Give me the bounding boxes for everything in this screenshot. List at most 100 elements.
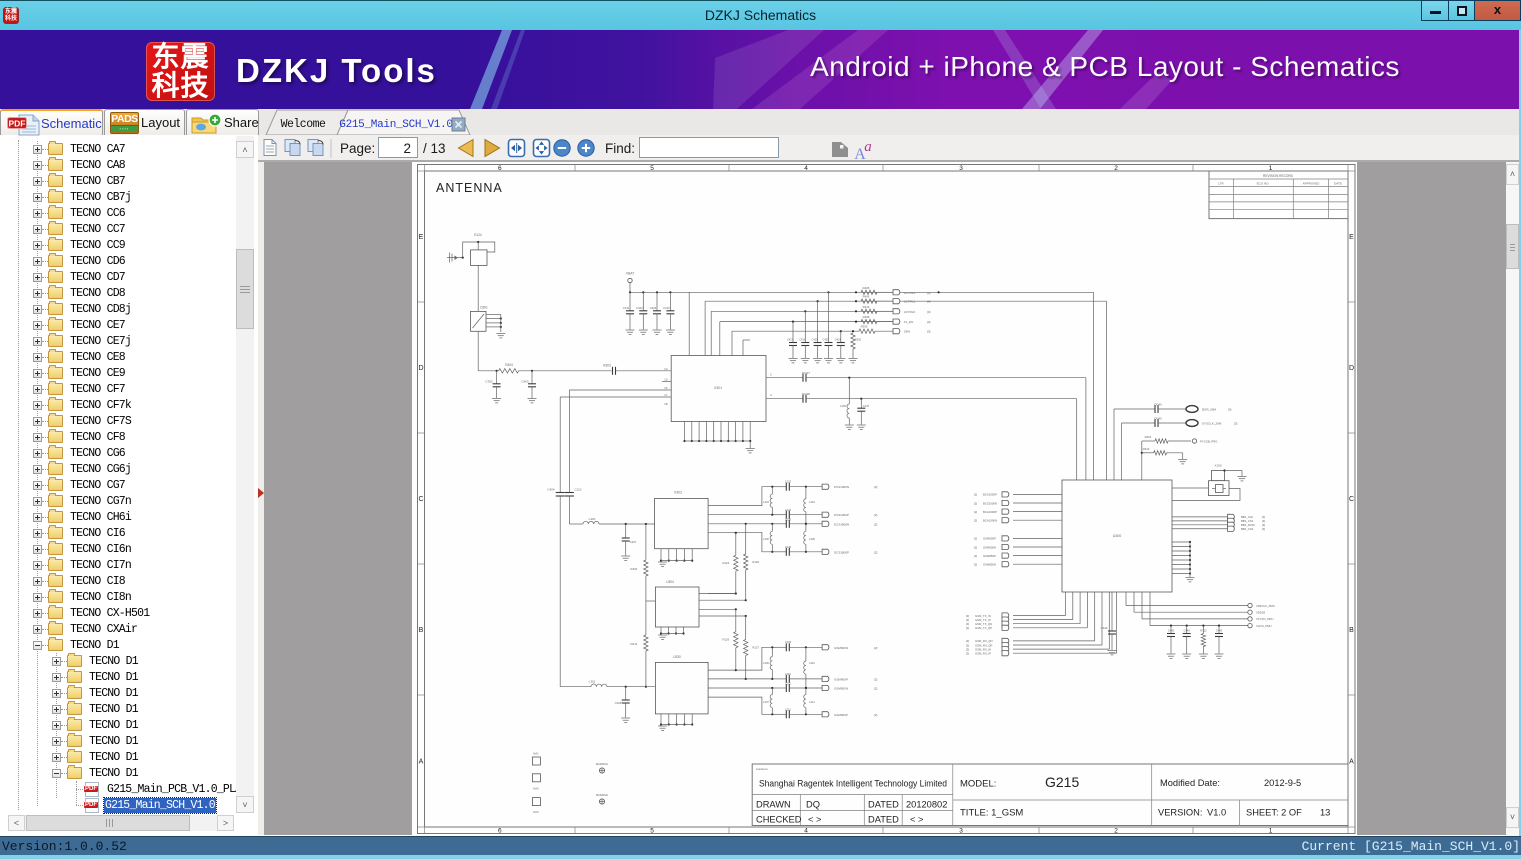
svg-text:2: 2 xyxy=(1114,828,1118,835)
svg-text:[2]: [2] xyxy=(874,550,878,554)
svg-text:C: C xyxy=(418,496,423,503)
svg-text:MODEL:: MODEL: xyxy=(960,779,996,790)
svg-text:13: 13 xyxy=(1320,808,1330,818)
svg-text:C407: C407 xyxy=(630,540,637,544)
svg-text:[3]: [3] xyxy=(927,320,931,324)
svg-text:V1.0: V1.0 xyxy=(1207,808,1226,818)
svg-text:[2]: [2] xyxy=(974,501,977,505)
svg-text:PCS1900N: PCS1900N xyxy=(834,485,849,489)
svg-text:E: E xyxy=(419,234,424,241)
svg-text:C418: C418 xyxy=(799,338,806,342)
svg-text:C111: C111 xyxy=(785,682,791,686)
svg-text:U330: U330 xyxy=(673,655,681,659)
svg-text:B: B xyxy=(1349,627,1354,634)
svg-text:D: D xyxy=(1349,365,1354,372)
svg-text:[2]: [2] xyxy=(974,493,977,497)
svg-text:16: 16 xyxy=(664,386,668,390)
svg-text:C443: C443 xyxy=(636,306,643,310)
svg-text:C112: C112 xyxy=(785,708,792,712)
svg-text:MARKING: MARKING xyxy=(596,762,608,766)
svg-text:A: A xyxy=(419,758,424,765)
svg-text:[2]: [2] xyxy=(874,713,878,717)
svg-text:Page:: Page: xyxy=(340,141,375,156)
svg-text:[3]: [3] xyxy=(927,330,931,334)
svg-text:[2]: [2] xyxy=(974,563,977,567)
svg-text:DATED: DATED xyxy=(868,815,899,825)
svg-text:C442: C442 xyxy=(1168,629,1175,633)
svg-text:C443: C443 xyxy=(1216,629,1223,633)
svg-text:[3]: [3] xyxy=(927,291,931,295)
svg-text:Find:: Find: xyxy=(605,141,635,156)
svg-text:[2]: [2] xyxy=(974,519,977,523)
svg-text:C352: C352 xyxy=(485,380,493,384)
svg-text:R415: R415 xyxy=(863,305,870,309)
svg-text:NA3: NA3 xyxy=(533,810,539,814)
svg-text:DRAWN: DRAWN xyxy=(756,800,791,810)
svg-text:< >: < > xyxy=(808,815,821,825)
svg-text:DCS1800N: DCS1800N xyxy=(834,522,849,526)
svg-text:C110: C110 xyxy=(575,488,582,492)
svg-text:ANTENNA: ANTENNA xyxy=(436,181,503,195)
svg-text:DQ40: DQ40 xyxy=(1154,403,1162,407)
svg-text:GSM900P: GSM900P xyxy=(834,677,848,681)
svg-text:BGR_26M: BGR_26M xyxy=(1202,408,1217,412)
svg-text:C211: C211 xyxy=(623,306,630,310)
svg-text:L404: L404 xyxy=(763,500,769,504)
svg-text:PCS1900P: PCS1900P xyxy=(834,513,849,517)
svg-text:[2]: [2] xyxy=(974,510,977,514)
svg-text:D: D xyxy=(418,365,423,372)
svg-text:L400: L400 xyxy=(763,537,769,541)
svg-text:E124: E124 xyxy=(474,233,482,237)
svg-text:R408: R408 xyxy=(863,315,870,319)
svg-text:[3]: [3] xyxy=(1228,408,1232,412)
svg-text:R411: R411 xyxy=(631,642,638,646)
svg-text:[3]: [3] xyxy=(966,652,969,656)
svg-text:/ 13: / 13 xyxy=(423,141,446,156)
svg-text:VTCXO_PMU: VTCXO_PMU xyxy=(1256,617,1273,621)
svg-text:GSM900P: GSM900P xyxy=(983,537,996,541)
svg-text:[2]: [2] xyxy=(974,545,977,549)
svg-text:[2]: [2] xyxy=(874,646,878,650)
svg-text:20120802: 20120802 xyxy=(906,800,947,810)
svg-text:2CTRL0: 2CTRL0 xyxy=(904,310,916,314)
svg-text:3: 3 xyxy=(959,828,963,835)
svg-text:L301: L301 xyxy=(589,680,596,684)
svg-text:2: 2 xyxy=(403,141,411,156)
svg-text:L311: L311 xyxy=(809,700,815,704)
svg-text:GSM900N: GSM900N xyxy=(834,687,848,691)
svg-text:L401: L401 xyxy=(809,500,815,504)
svg-text:Welcome: Welcome xyxy=(281,118,326,131)
svg-text:GSM900P: GSM900P xyxy=(834,713,848,717)
svg-text:NA2: NA2 xyxy=(533,787,539,791)
svg-text:C446: C446 xyxy=(1184,629,1191,633)
svg-text:NA1: NA1 xyxy=(533,752,539,756)
svg-text:VLFIA_PMU: VLFIA_PMU xyxy=(1256,624,1272,628)
svg-text:PYCOB_PRG: PYCOB_PRG xyxy=(1200,440,1217,444)
svg-text:4: 4 xyxy=(804,165,808,172)
svg-text:E: E xyxy=(1349,234,1354,241)
svg-text:5: 5 xyxy=(650,828,654,835)
svg-text:L306: L306 xyxy=(840,404,846,408)
svg-text:GSM850N: GSM850N xyxy=(983,563,996,567)
svg-text:[3]: [3] xyxy=(1262,527,1265,531)
svg-text:Shanghai Ragentek Intelligent: Shanghai Ragentek Intelligent Technology… xyxy=(759,779,947,789)
svg-text:C417: C417 xyxy=(787,338,794,342)
svg-text:R405: R405 xyxy=(863,286,870,290)
svg-text:R406: R406 xyxy=(863,295,870,299)
svg-text:C403: C403 xyxy=(521,380,529,384)
svg-text:a: a xyxy=(864,139,872,155)
svg-text:C421: C421 xyxy=(835,338,842,342)
svg-text:[3]: [3] xyxy=(927,310,931,314)
svg-text:[2]: [2] xyxy=(974,554,977,558)
svg-text:[2]: [2] xyxy=(874,687,878,691)
svg-text:G215: G215 xyxy=(1045,774,1079,790)
svg-text:< >: < > xyxy=(910,815,923,825)
svg-text:L320: L320 xyxy=(589,517,596,521)
svg-text:[3]: [3] xyxy=(1234,422,1238,426)
svg-text:C419: C419 xyxy=(811,338,818,342)
svg-text:C109: C109 xyxy=(785,640,792,644)
svg-text:X301: X301 xyxy=(714,386,722,390)
svg-text:ECO NO.: ECO NO. xyxy=(1257,182,1270,186)
svg-text:L307: L307 xyxy=(763,700,769,704)
svg-text:[2]: [2] xyxy=(874,513,878,517)
